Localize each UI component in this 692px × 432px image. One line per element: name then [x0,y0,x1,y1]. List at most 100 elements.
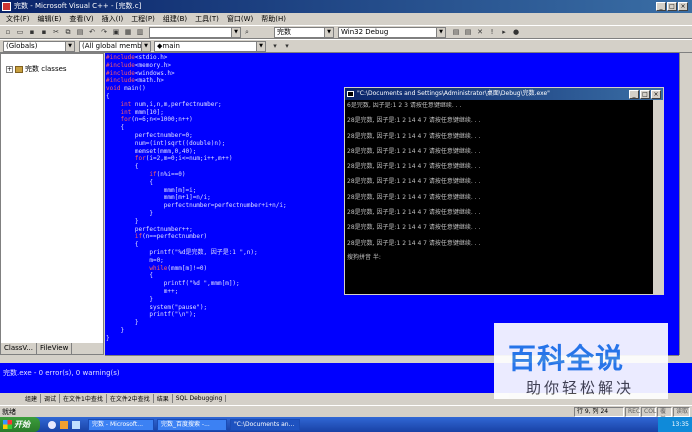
code-line[interactable]: printf("%d是完数, 因子是:1 ",n); [106,249,287,257]
console-maximize-button[interactable]: □ [640,90,650,99]
task-console-button[interactable]: "C:\Documents an... [230,418,300,431]
code-line[interactable]: { [106,179,287,187]
code-line[interactable]: int num,i,n,m,perfectnumber; [106,101,287,109]
redo-icon[interactable]: ↷ [99,27,109,37]
tab-build[interactable]: 组建 [22,394,42,403]
code-line[interactable]: while(mmm[m]!=0) [106,265,287,273]
chevron-down-icon[interactable]: ▼ [256,41,265,51]
source-code[interactable]: #include<stdio.h> #include<memory.h> #incl… [106,54,287,342]
open-folder-icon[interactable]: ▭ [15,27,25,37]
code-line[interactable]: #include<math.h> [106,77,287,85]
menu-insert[interactable]: 插入(I) [98,14,128,24]
code-line[interactable]: printf("%d ",mmm[m]); [106,280,287,288]
desktop-quicklaunch-icon[interactable] [60,420,68,429]
tree-root-label[interactable]: 完数 classes [25,64,67,74]
breakpoint-icon[interactable]: ● [511,27,521,37]
workspace-icon[interactable]: ▣ [111,27,121,37]
maximize-button[interactable]: □ [667,2,677,11]
wizard-action-icon[interactable]: ▾ [270,41,280,51]
menu-tools[interactable]: 工具(T) [191,14,223,24]
code-line[interactable]: for(i=2,m=0;i<=num;i++,m++) [106,155,287,163]
code-line[interactable]: } [106,218,287,226]
console-window[interactable]: "C:\Documents and Settings\Administrator… [344,87,664,295]
new-file-icon[interactable]: ▫ [3,27,13,37]
config-combo[interactable]: Win32 Debug ▼ [338,26,446,38]
code-line[interactable]: perfectnumber++; [106,226,287,234]
code-line[interactable]: } [106,319,287,327]
members-combo[interactable]: (All global members ▼ [79,40,151,52]
code-line[interactable]: memset(mmm,0,40); [106,148,287,156]
code-line[interactable]: } [106,327,287,335]
find-combo[interactable]: ▼ [149,26,241,38]
tab-classview[interactable]: ClassV... [1,343,37,354]
menu-help[interactable]: 帮助(H) [257,14,290,24]
console-close-button[interactable]: × [651,90,661,99]
menu-build[interactable]: 组建(B) [159,14,191,24]
close-button[interactable]: × [678,2,688,11]
undo-icon[interactable]: ↶ [87,27,97,37]
tab-debug[interactable]: 调试 [41,394,61,403]
go-icon[interactable]: ▸ [499,27,509,37]
chevron-down-icon[interactable]: ▼ [324,27,333,37]
code-line[interactable]: { [106,163,287,171]
code-line[interactable]: } [106,335,287,343]
code-line[interactable]: m=0; [106,257,287,265]
scope-combo[interactable]: (Globals) ▼ [3,40,75,52]
start-button[interactable]: 开始 [0,417,40,432]
tab-sql-debugging[interactable]: SQL Debugging [173,395,227,402]
chevron-down-icon[interactable]: ▼ [141,41,150,51]
code-line[interactable]: if(n%i==0) [106,171,287,179]
code-line[interactable]: perfectnumber=0; [106,132,287,140]
tab-results[interactable]: 结果 [154,394,173,403]
code-line[interactable]: { [106,241,287,249]
task-vc-button[interactable]: 完数 - Microsoft... [88,418,154,431]
menu-project[interactable]: 工程(P) [127,14,159,24]
window-titlebar[interactable]: 完数 - Microsoft Visual C++ - [完数.c] _ □ × [0,0,692,13]
menu-view[interactable]: 查看(V) [65,14,97,24]
console-titlebar[interactable]: "C:\Documents and Settings\Administrator… [345,88,663,100]
save-all-icon[interactable]: ▪ [39,27,49,37]
code-line[interactable]: #include<memory.h> [106,62,287,70]
expand-icon[interactable]: + [6,65,13,73]
code-line[interactable]: if(n==perfectnumber) [106,233,287,241]
windows-icon[interactable]: ▥ [135,27,145,37]
code-line[interactable]: { [106,93,287,101]
code-line[interactable]: num=(int)sqrt((double)n); [106,140,287,148]
paste-icon[interactable]: ▤ [75,27,85,37]
media-quicklaunch-icon[interactable] [72,420,80,429]
tab-fileview[interactable]: FileView [37,343,73,354]
stop-build-icon[interactable]: ✕ [475,27,485,37]
code-line[interactable]: printf("\n"); [106,311,287,319]
menu-window[interactable]: 窗口(W) [223,14,257,24]
editor-vertical-scrollbar[interactable] [679,53,690,355]
menu-file[interactable]: 文件(F) [2,14,34,24]
code-line[interactable]: mmm[m]=i; [106,187,287,195]
code-line[interactable]: } [106,210,287,218]
find-in-files-icon[interactable]: ⌕ [242,27,252,37]
wizard-dropdown-icon[interactable]: ▾ [282,41,292,51]
tab-find-in-files-2[interactable]: 在文件2中查找 [107,394,154,403]
output-icon[interactable]: ▦ [123,27,133,37]
code-line[interactable]: { [106,124,287,132]
code-line[interactable]: { [106,272,287,280]
function-combo[interactable]: ◆main ▼ [154,40,266,52]
copy-icon[interactable]: ⧉ [63,27,73,37]
console-minimize-button[interactable]: _ [629,90,639,99]
clock[interactable]: 13:35 [672,421,689,428]
browser-quicklaunch-icon[interactable] [48,420,56,429]
build-icon[interactable]: ▤ [463,27,473,37]
code-line[interactable]: #include<windows.h> [106,70,287,78]
save-icon[interactable]: ▪ [27,27,37,37]
chevron-down-icon[interactable]: ▼ [436,27,445,37]
code-line[interactable]: void main() [106,85,287,93]
menu-edit[interactable]: 编辑(E) [34,14,66,24]
search-combo[interactable]: 完数 ▼ [274,26,334,38]
code-line[interactable]: #include<stdio.h> [106,54,287,62]
compile-icon[interactable]: ▤ [451,27,461,37]
task-browser-button[interactable]: 完数_百度搜索 -... [157,418,227,431]
chevron-down-icon[interactable]: ▼ [65,41,74,51]
chevron-down-icon[interactable]: ▼ [231,27,240,37]
code-line[interactable]: m++; [106,288,287,296]
execute-icon[interactable]: ! [487,27,497,37]
code-line[interactable]: } [106,296,287,304]
